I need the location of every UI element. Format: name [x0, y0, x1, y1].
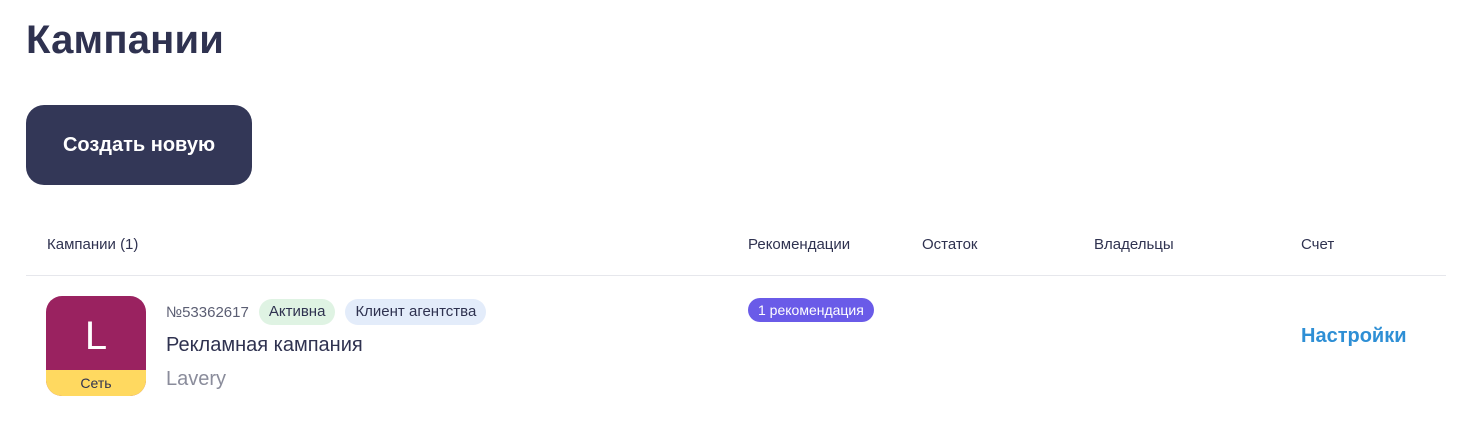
campaign-meta: №53362617 Активна Клиент агентства [166, 299, 487, 325]
campaign-client: Lavery [166, 368, 227, 390]
campaign-name[interactable]: Рекламная кампания [166, 334, 363, 357]
table-header: Кампании (1) Рекомендации Остаток Владел… [0, 226, 1478, 262]
column-header-balance[interactable]: Остаток [922, 236, 978, 253]
page-title: Кампании [26, 18, 225, 62]
status-badge: Активна [258, 299, 336, 325]
recommendations-badge[interactable]: 1 рекомендация [748, 298, 874, 322]
settings-link[interactable]: Настройки [1301, 325, 1407, 348]
client-type-badge: Клиент агентства [345, 299, 487, 325]
column-header-account[interactable]: Счет [1301, 236, 1334, 253]
table-row[interactable]: L Сеть №53362617 Активна Клиент агентств… [0, 276, 1478, 416]
campaign-id: №53362617 [166, 303, 249, 321]
campaign-avatar: L Сеть [46, 296, 146, 396]
column-header-campaigns[interactable]: Кампании (1) [47, 236, 138, 253]
network-tag: Сеть [46, 370, 146, 396]
column-header-owners[interactable]: Владельцы [1094, 236, 1174, 253]
create-new-button[interactable]: Создать новую [26, 105, 252, 185]
column-header-recommendations[interactable]: Рекомендации [748, 236, 850, 253]
avatar-letter: L [84, 314, 108, 358]
